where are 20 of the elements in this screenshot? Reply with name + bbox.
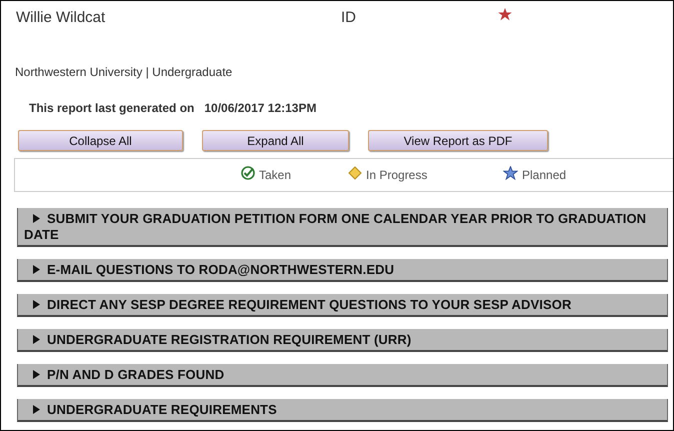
section-header[interactable]: SUBMIT YOUR GRADUATION PETITION FORM ONE CALENDAR YEAR PRIOR TO GRADUATION DATE [17, 208, 668, 247]
section-header[interactable]: DIRECT ANY SESP DEGREE REQUIREMENT QUESTIONS TO YOUR SESP ADVISOR [17, 294, 668, 317]
star-icon [503, 166, 518, 180]
action-button[interactable]: View Report as PDF [368, 130, 548, 151]
program-text: Northwestern University | Undergraduate [14, 65, 234, 81]
legend-label: Planned [522, 168, 566, 182]
section-header[interactable]: UNDERGRADUATE REGISTRATION REQUIREMENT (URR) [17, 329, 668, 352]
id-label: ID [341, 9, 357, 26]
action-button[interactable]: Expand All [202, 130, 349, 151]
report-timestamp: 10/06/2017 12:13PM [204, 101, 316, 117]
student-name: Willie Wildcat [16, 9, 106, 26]
report-label: This report last generated on [29, 101, 194, 117]
section-header[interactable]: P/N AND D GRADES FOUND [17, 364, 668, 387]
section-header[interactable]: E-MAIL QUESTIONS TO RODA@NORTHWESTERN.EDU [17, 259, 668, 282]
check-icon [241, 166, 255, 180]
section-header[interactable]: UNDERGRADUATE REQUIREMENTS [17, 399, 668, 422]
diamond-icon [348, 166, 362, 180]
action-button[interactable]: Collapse All [18, 130, 183, 151]
legend-label: In Progress [366, 168, 428, 182]
legend-label: Taken [259, 168, 292, 182]
